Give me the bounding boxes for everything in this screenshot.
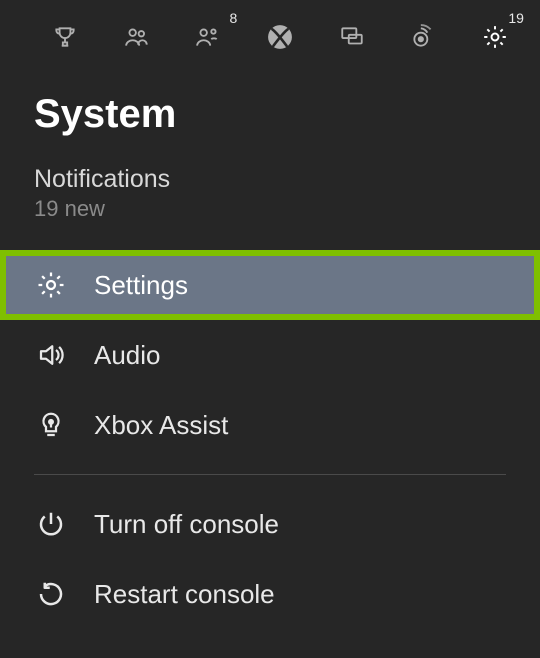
power-icon bbox=[34, 507, 68, 541]
gear-icon bbox=[482, 24, 508, 55]
menu-xbox-assist[interactable]: Xbox Assist bbox=[0, 390, 540, 460]
xbox-icon bbox=[267, 24, 293, 55]
restart-icon bbox=[34, 577, 68, 611]
menu-restart[interactable]: Restart console bbox=[0, 559, 540, 629]
notifications-item[interactable]: Notifications 19 new bbox=[0, 151, 540, 238]
achievements-tab[interactable] bbox=[50, 24, 80, 54]
menu-audio[interactable]: Audio bbox=[0, 320, 540, 390]
speaker-icon bbox=[34, 338, 68, 372]
menu-settings-label: Settings bbox=[94, 270, 188, 301]
menu-turn-off-label: Turn off console bbox=[94, 509, 279, 540]
system-menu: Settings Audio Xbox Assist bbox=[0, 238, 540, 629]
guide-tab-bar: 8 bbox=[0, 0, 540, 64]
notifications-label: Notifications bbox=[34, 165, 540, 194]
home-tab[interactable] bbox=[265, 24, 295, 54]
broadcast-tab[interactable] bbox=[408, 24, 438, 54]
broadcast-icon bbox=[410, 24, 436, 55]
people-icon bbox=[124, 24, 150, 55]
party-tab[interactable]: 8 bbox=[193, 24, 223, 54]
menu-divider bbox=[34, 474, 506, 475]
chat-tab[interactable] bbox=[337, 24, 367, 54]
menu-assist-label: Xbox Assist bbox=[94, 410, 228, 441]
page-title: System bbox=[0, 64, 540, 151]
chat-icon bbox=[339, 24, 365, 55]
notifications-count: 19 new bbox=[34, 196, 540, 222]
party-badge: 8 bbox=[230, 10, 238, 26]
menu-audio-label: Audio bbox=[94, 340, 161, 371]
system-tab[interactable]: 19 bbox=[480, 24, 510, 54]
menu-settings[interactable]: Settings bbox=[0, 250, 540, 320]
system-badge: 19 bbox=[508, 10, 524, 26]
menu-restart-label: Restart console bbox=[94, 579, 275, 610]
friends-tab[interactable] bbox=[122, 24, 152, 54]
trophy-icon bbox=[52, 24, 78, 55]
menu-turn-off[interactable]: Turn off console bbox=[0, 489, 540, 559]
party-icon bbox=[195, 24, 221, 55]
gear-icon bbox=[34, 268, 68, 302]
lightbulb-icon bbox=[34, 408, 68, 442]
